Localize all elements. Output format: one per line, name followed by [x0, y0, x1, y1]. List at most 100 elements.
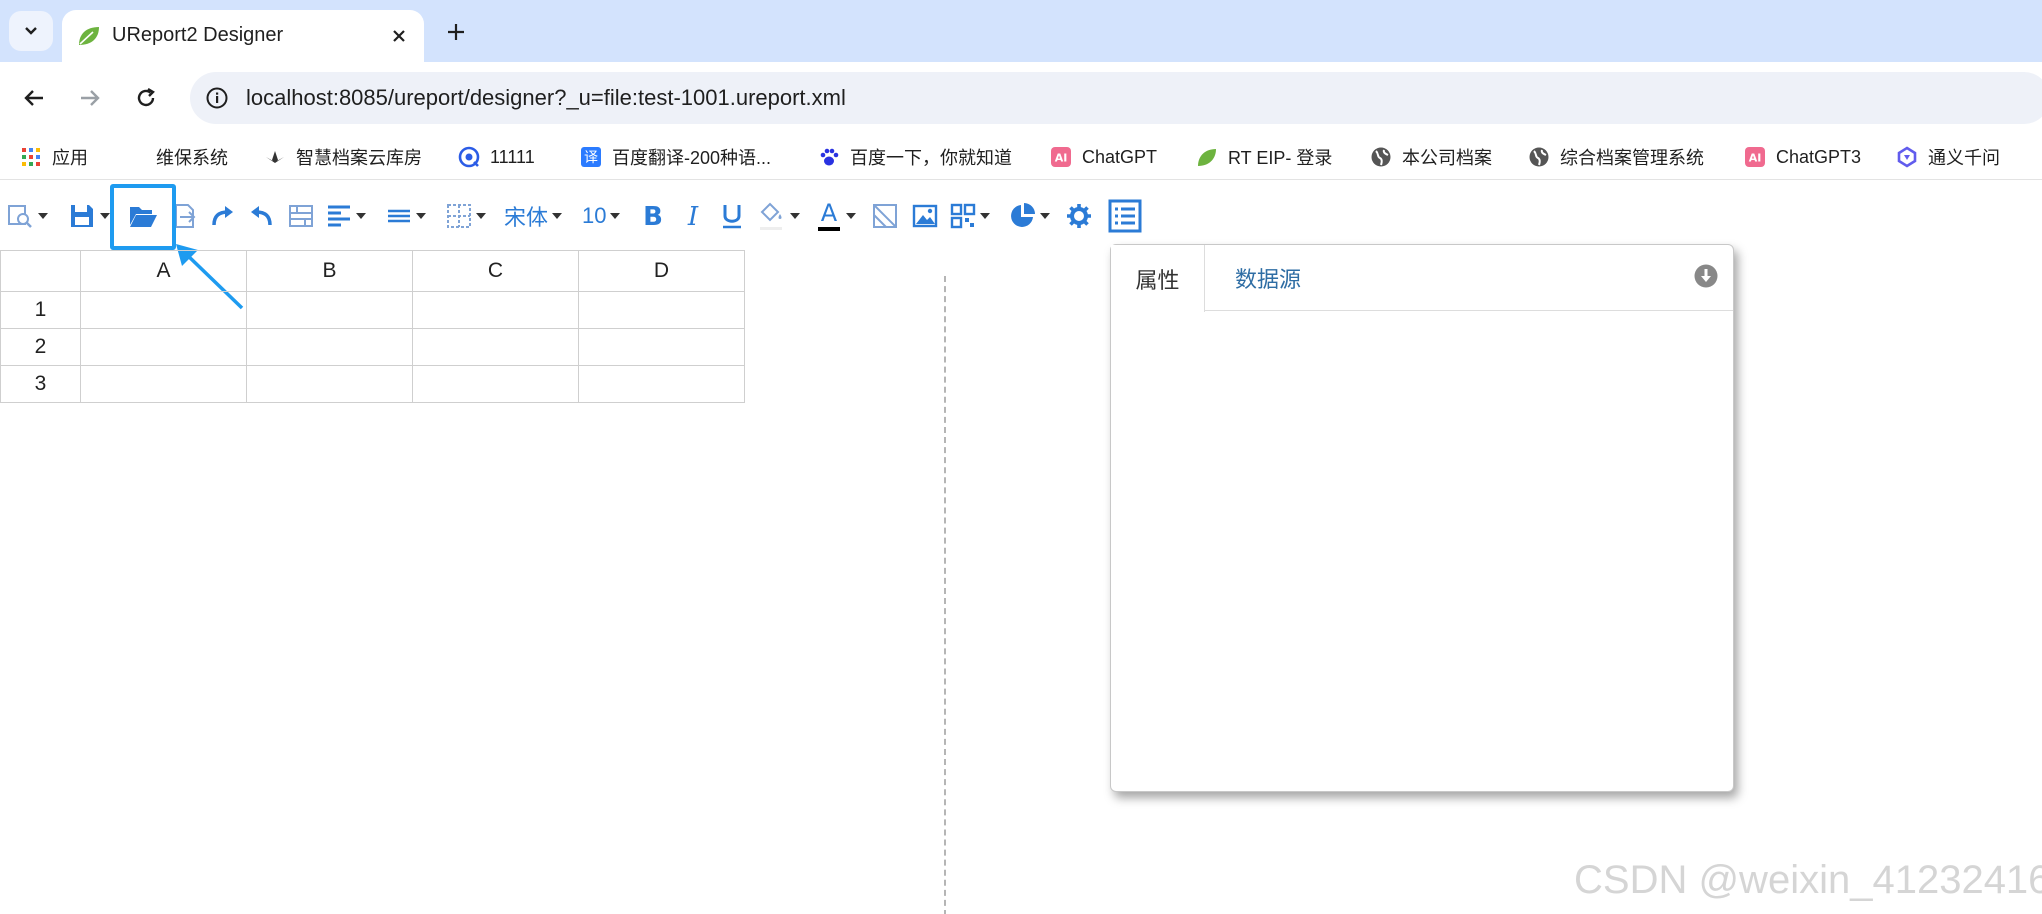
caret-down-icon: [38, 213, 48, 219]
bookmark-apps[interactable]: 应用: [20, 143, 88, 171]
caret-down-icon: [1040, 213, 1050, 219]
property-panel: 属性 数据源: [1110, 244, 1734, 792]
bookmark-item[interactable]: 综合档案管理系统: [1528, 143, 1704, 171]
grid-cell[interactable]: [80, 291, 247, 329]
row-header[interactable]: 1: [0, 291, 81, 329]
bookmark-label: RT EIP- 登录: [1228, 148, 1333, 168]
close-icon: [393, 30, 405, 42]
designer-toolbar: 宋体 10 B I A: [0, 190, 2042, 242]
bookmark-item[interactable]: 通义千问: [1896, 143, 2000, 171]
bold-button[interactable]: B: [642, 198, 664, 234]
forward-button[interactable]: [72, 80, 108, 116]
grid-cell[interactable]: [80, 365, 247, 403]
baidu-paw-icon: [818, 146, 840, 168]
column-header-row: A B C D: [0, 250, 745, 292]
pie-chart-icon: [1011, 203, 1035, 227]
row-header[interactable]: 3: [0, 365, 81, 403]
bookmark-item[interactable]: AI ChatGPT: [1050, 143, 1157, 171]
property-panel-toggle[interactable]: [1108, 198, 1142, 234]
grid-cell[interactable]: [246, 291, 413, 329]
panel-tab-bar: 属性 数据源: [1111, 245, 1733, 312]
new-tab-button[interactable]: [440, 16, 472, 48]
bookmark-item[interactable]: 智慧档案云库房: [264, 143, 422, 171]
grid-cell[interactable]: [578, 291, 745, 329]
qrcode-icon: [950, 203, 976, 229]
tab-search-button[interactable]: [9, 11, 53, 51]
table-row: 2: [0, 328, 745, 366]
globe-icon: [1370, 146, 1392, 168]
settings-button[interactable]: [1066, 198, 1092, 234]
chart-dropdown[interactable]: [1008, 198, 1050, 234]
table-row: 1: [0, 291, 745, 329]
grid-cell[interactable]: [578, 365, 745, 403]
caret-down-icon: [476, 213, 486, 219]
bookmark-label: 本公司档案: [1402, 148, 1492, 168]
italic-button[interactable]: I: [682, 198, 704, 234]
column-header[interactable]: D: [578, 250, 745, 292]
caret-down-icon: [552, 213, 563, 219]
bookmark-item[interactable]: 译 百度翻译-200种语...: [580, 143, 771, 171]
underline-button[interactable]: [720, 198, 744, 234]
image-icon: [912, 204, 938, 228]
border-dropdown[interactable]: [446, 198, 486, 234]
valign-dropdown[interactable]: [386, 198, 426, 234]
caret-down-icon: [416, 213, 426, 219]
grid-cell[interactable]: [578, 328, 745, 366]
tab-datasource[interactable]: 数据源: [1235, 245, 1301, 311]
grid-cell[interactable]: [412, 291, 579, 329]
font-family-dropdown[interactable]: 宋体: [504, 198, 563, 234]
bookmark-item[interactable]: 本公司档案: [1370, 143, 1492, 171]
font-color-icon: A: [818, 199, 840, 231]
bookmark-item[interactable]: AI ChatGPT3: [1744, 143, 1861, 171]
grid-corner[interactable]: [0, 250, 81, 292]
bookmark-item[interactable]: RT EIP- 登录: [1196, 143, 1332, 171]
column-header[interactable]: C: [412, 250, 579, 292]
border-icon: [447, 204, 471, 228]
redo-icon: [212, 206, 233, 226]
browser-tab-active[interactable]: UReport2 Designer: [62, 10, 424, 62]
grid-cell[interactable]: [412, 365, 579, 403]
globe-icon: [1528, 146, 1550, 168]
site-info-button[interactable]: [202, 83, 232, 113]
grid-cell[interactable]: [246, 365, 413, 403]
preview-dropdown[interactable]: [6, 198, 48, 234]
merge-cells-button[interactable]: [288, 198, 314, 234]
bookmark-item[interactable]: 维保系统: [156, 143, 228, 171]
insert-image-button[interactable]: [912, 198, 938, 234]
align-dropdown[interactable]: [326, 198, 366, 234]
undo-icon: [251, 206, 272, 226]
address-bar[interactable]: localhost:8085/ureport/designer?_u=file:…: [190, 72, 2042, 124]
grid-cell[interactable]: [246, 328, 413, 366]
font-color-dropdown[interactable]: A: [816, 198, 856, 234]
font-size-value: 10: [582, 203, 607, 228]
save-dropdown[interactable]: [68, 198, 110, 234]
font-family-value: 宋体: [504, 205, 549, 230]
grid-cell[interactable]: [412, 328, 579, 366]
tab-close-button[interactable]: [386, 23, 412, 49]
arrow-circle-down-icon[interactable]: [1693, 263, 1719, 289]
undo-button[interactable]: [248, 198, 274, 234]
barcode-dropdown[interactable]: [950, 198, 990, 234]
url-text: localhost:8085/ureport/designer?_u=file:…: [246, 85, 846, 110]
column-header[interactable]: B: [246, 250, 413, 292]
row-header[interactable]: 2: [0, 328, 81, 366]
bold-icon: B: [643, 203, 663, 229]
diagonal-header-button[interactable]: [872, 198, 898, 234]
svg-text:AI: AI: [1055, 152, 1068, 165]
bookmark-label: 百度一下，你就知道: [850, 148, 1012, 168]
font-size-dropdown[interactable]: 10: [582, 198, 621, 234]
column-header[interactable]: A: [80, 250, 247, 292]
fill-color-dropdown[interactable]: [758, 198, 800, 234]
open-button-highlight: [110, 184, 176, 250]
ai-badge-icon: AI: [1050, 146, 1072, 168]
navigation-bar: localhost:8085/ureport/designer?_u=file:…: [0, 62, 2042, 134]
reload-button[interactable]: [128, 80, 164, 116]
redo-button[interactable]: [210, 198, 236, 234]
leaf-icon: [79, 27, 99, 45]
bookmark-label: ChatGPT3: [1776, 146, 1862, 167]
tab-properties[interactable]: 属性: [1111, 245, 1205, 312]
back-button[interactable]: [16, 80, 52, 116]
bookmark-item[interactable]: 11111: [458, 143, 535, 171]
bookmark-item[interactable]: 百度一下，你就知道: [818, 143, 1012, 171]
grid-cell[interactable]: [80, 328, 247, 366]
